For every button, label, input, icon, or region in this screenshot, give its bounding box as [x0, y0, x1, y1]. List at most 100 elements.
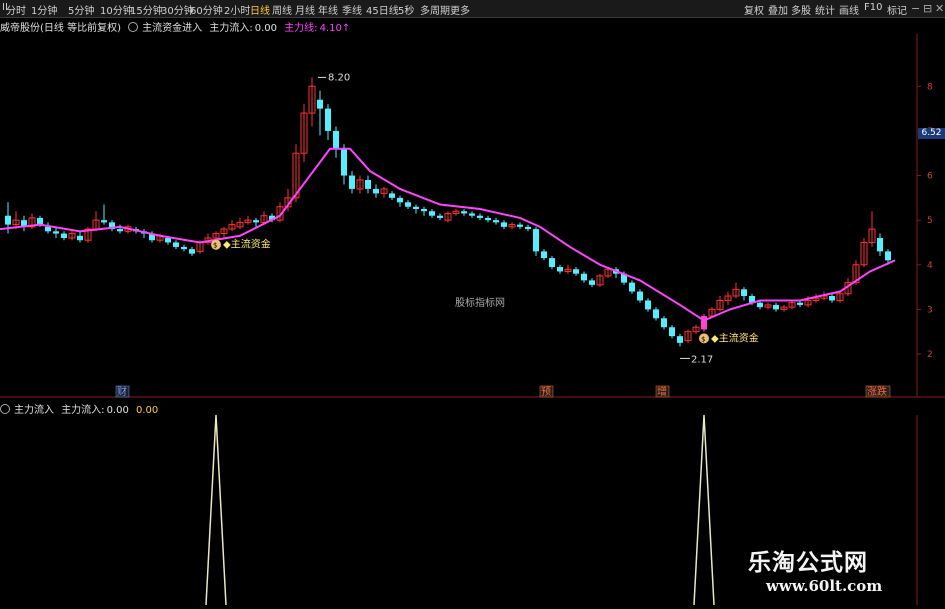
sub-indicator-info-bar: 主力流入 主力流入: 0.00 0.00: [0, 401, 162, 416]
period-tab[interactable]: 日线: [250, 2, 270, 17]
candle-body: [317, 99, 323, 109]
candle-body: [469, 213, 475, 216]
candle-body: [525, 226, 531, 230]
candle-body: [61, 233, 67, 238]
stock-name: 威帝股份(日线 等比前复权): [0, 23, 121, 34]
period-tab[interactable]: 1分钟: [31, 2, 57, 17]
high-label: 8.20: [328, 72, 350, 83]
toolbar-button-1[interactable]: 叠加: [768, 2, 788, 17]
candle-body: [773, 304, 779, 310]
indicator-name[interactable]: 主流资金进入: [142, 23, 202, 34]
toolbar-button-5[interactable]: F10: [864, 2, 882, 13]
candle-body: [181, 246, 187, 250]
candle-body: [173, 242, 179, 247]
candle-body: [341, 148, 347, 176]
candle-body: [333, 130, 339, 149]
low-label: 2.17: [691, 354, 713, 365]
candle-body: [653, 309, 659, 319]
candle-body: [485, 217, 491, 221]
candle-body: [501, 222, 507, 227]
period-tab[interactable]: 30分钟: [161, 2, 194, 17]
candle-body: [637, 291, 643, 301]
settings-icon[interactable]: [0, 404, 10, 414]
signal-coin-glyph: $: [213, 242, 217, 250]
period-tab[interactable]: 10分钟: [100, 2, 133, 17]
candle-body: [101, 220, 107, 223]
candle-body: [461, 211, 467, 214]
toolbar-button-2[interactable]: 多股: [791, 2, 811, 17]
period-tab[interactable]: 月线: [295, 2, 315, 17]
restore-icon[interactable]: ⊟: [923, 2, 932, 15]
period-tab[interactable]: 5秒: [398, 2, 414, 17]
candle-body: [669, 327, 675, 337]
candle-body: [549, 258, 555, 267]
period-tab[interactable]: 季线: [342, 2, 362, 17]
period-tab[interactable]: 年线: [318, 2, 338, 17]
candle-body: [877, 238, 883, 252]
candle-body: [757, 302, 763, 308]
period-tab[interactable]: 60分钟: [190, 2, 223, 17]
toolbar-button-4[interactable]: 画线: [839, 2, 859, 17]
candle-body: [349, 175, 355, 189]
period-tab[interactable]: 更多: [450, 2, 470, 17]
candle-body: [53, 231, 59, 234]
candle-body: [741, 289, 747, 296]
signal-coin-glyph: $: [701, 335, 705, 343]
candle-body: [413, 206, 419, 209]
main-line-label: 主力线:: [284, 23, 318, 34]
candle-body: [77, 235, 83, 241]
period-tab[interactable]: 多周期: [420, 2, 450, 17]
price-tick-label: 5: [927, 216, 933, 226]
price-tick-label: 6: [927, 172, 933, 182]
candle-body: [5, 215, 11, 225]
candle-body: [517, 224, 523, 227]
candle-body: [45, 226, 51, 232]
event-marker: 预: [541, 386, 551, 398]
candle-body: [885, 251, 891, 261]
signal-label: ◆主流资金: [711, 331, 759, 344]
candle-body: [797, 302, 803, 305]
inflow-value: 0.00: [254, 23, 277, 34]
candle-body: [117, 229, 123, 232]
candle-body: [373, 188, 379, 194]
candle-body: [477, 215, 483, 218]
period-tab[interactable]: 5分钟: [68, 2, 94, 17]
center-watermark: 股标指标网: [455, 296, 505, 309]
toolbar-button-3[interactable]: 统计: [815, 2, 835, 17]
period-tab[interactable]: 分时: [6, 2, 26, 17]
inflow-spike: [693, 415, 715, 605]
period-tab[interactable]: 2小时: [224, 2, 250, 17]
toolbar-button-0[interactable]: 复权: [744, 2, 764, 17]
url-watermark: www.60lt.com: [766, 577, 883, 595]
candle-body: [589, 280, 595, 285]
candle-body: [389, 193, 395, 198]
period-tab[interactable]: 45日线: [366, 2, 399, 17]
price-tick-label: 4: [927, 261, 933, 271]
price-tick-label: 8: [927, 82, 933, 92]
period-toolbar: II 分时 1分钟 5分钟 10分钟 15分钟 30分钟 60分钟 2小时 日线 周线 月线 年线 季线 4…: [0, 0, 945, 18]
candle-body: [421, 209, 427, 212]
period-tab[interactable]: 周线: [272, 2, 292, 17]
signal-label: ◆主流资金: [223, 238, 271, 251]
candle-body: [629, 282, 635, 292]
minimize-icon[interactable]: −: [911, 2, 920, 15]
candle-body: [541, 251, 547, 259]
candle-body: [397, 197, 403, 203]
toolbar-button-6[interactable]: 标记: [887, 2, 907, 17]
price-tick-label: 3: [927, 305, 933, 315]
candle-body: [677, 336, 683, 343]
candle-body: [165, 238, 171, 243]
candle-body: [189, 249, 195, 254]
inflow-label: 主力流入:: [209, 23, 253, 34]
candlestick-chart[interactable]: 87654328.202.17$◆主流资金$◆主流资金股标指标网财预增涨跌: [0, 34, 945, 398]
period-tab[interactable]: 15分钟: [130, 2, 163, 17]
candle-body: [557, 267, 563, 272]
indicator-info-bar: 威帝股份(日线 等比前复权) 主流资金进入 主力流入: 0.00 主力线: 4.10…: [0, 19, 354, 34]
main-line-value: 4.10↑: [319, 23, 351, 34]
inflow-spike: [205, 415, 227, 605]
candle-body: [645, 300, 651, 310]
candle-body: [429, 211, 435, 216]
settings-icon[interactable]: [128, 22, 139, 32]
close-icon[interactable]: ✕: [935, 2, 944, 15]
candle-body: [829, 296, 835, 301]
